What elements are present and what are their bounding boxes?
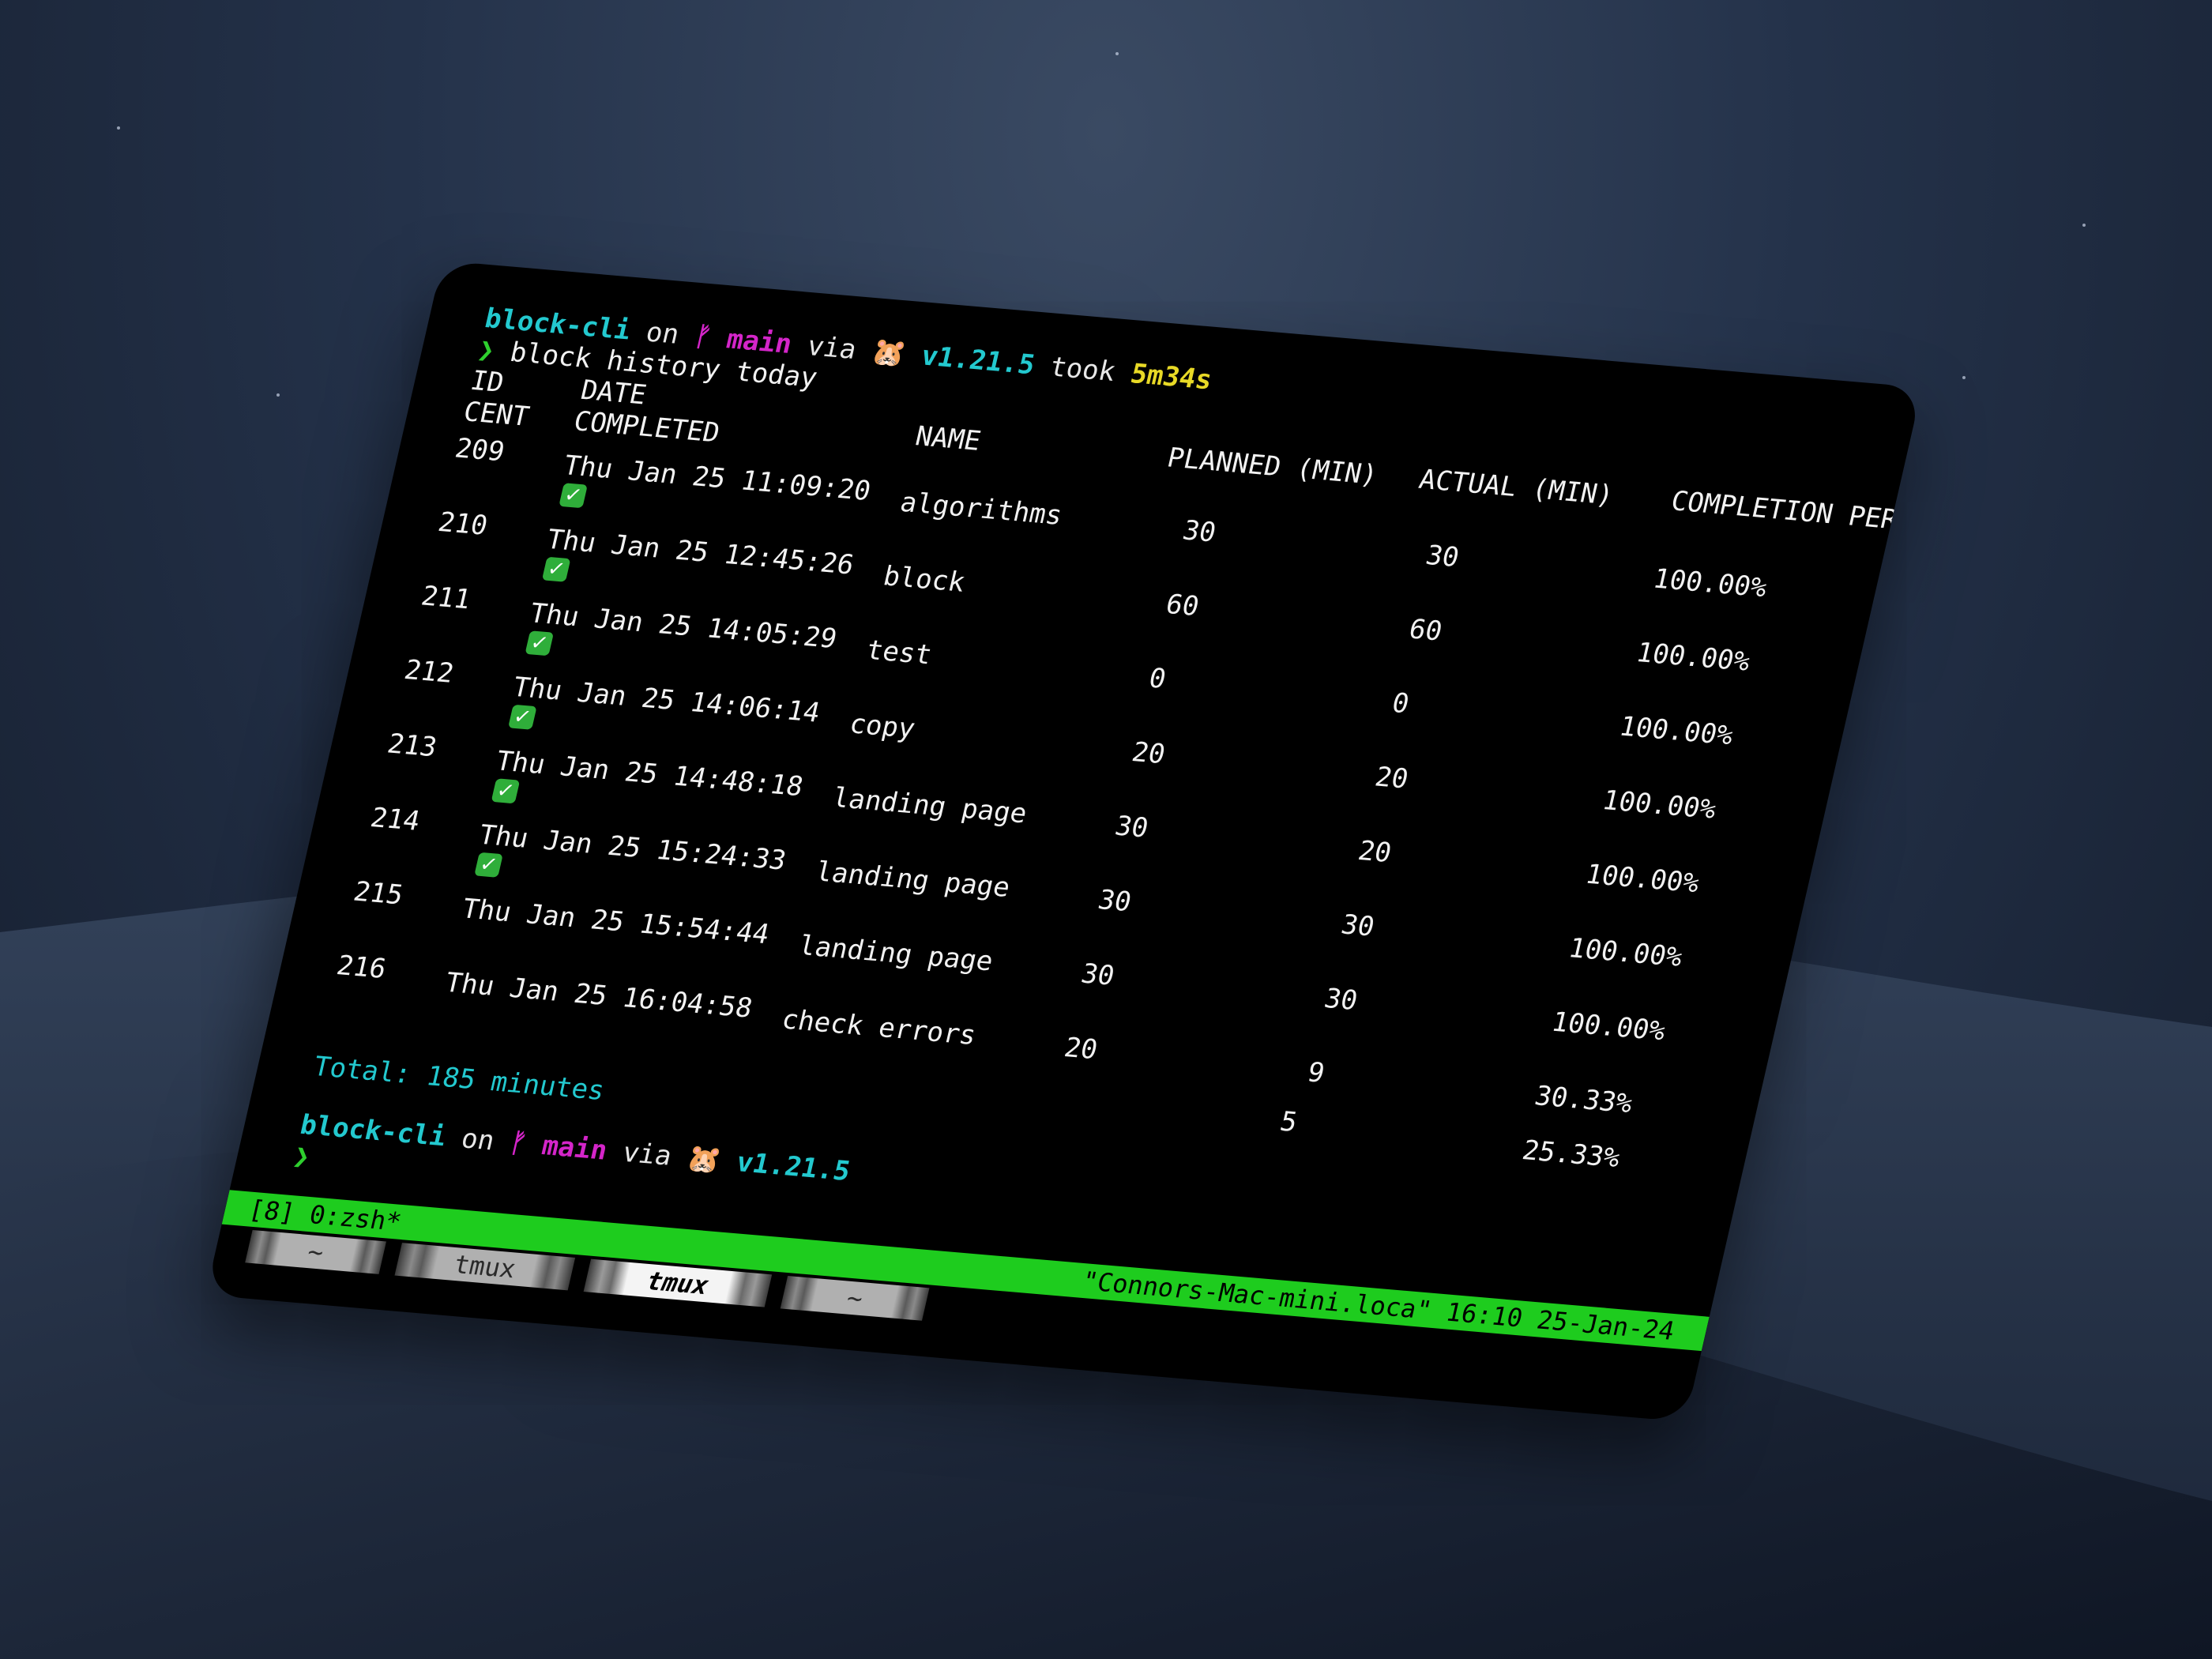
- row-actual: 30: [1422, 540, 1462, 574]
- prompt-via-text: via: [619, 1136, 675, 1172]
- row-planned: 0: [1146, 662, 1169, 695]
- row-percent: 100.00%: [1565, 932, 1686, 973]
- row-planned: 30: [1095, 884, 1134, 919]
- row-name: check errors: [778, 1003, 980, 1051]
- header-date-cont: COMPLETED: [570, 405, 723, 450]
- row-planned: 30: [1112, 810, 1152, 845]
- input-line[interactable]: ❯: [290, 1140, 313, 1172]
- row-date: Thu Jan 25 11:09:20: [560, 450, 875, 508]
- row-name: test: [863, 634, 935, 672]
- row-id: 215: [350, 875, 406, 912]
- row-date: Thu Jan 25 15:54:44: [458, 893, 773, 951]
- row-name: landing page: [812, 856, 1014, 904]
- tmux-tab[interactable]: ~: [780, 1276, 930, 1321]
- row-date: Thu Jan 25 12:45:26: [544, 523, 857, 581]
- row-planned: 30: [1179, 514, 1220, 549]
- check-icon: ✓: [541, 556, 571, 582]
- row-actual: 0: [1389, 687, 1413, 720]
- row-actual: 9: [1304, 1056, 1328, 1089]
- row-planned: 20: [1128, 736, 1168, 771]
- row-date: Thu Jan 25 15:24:33: [476, 818, 789, 877]
- row-planned: 60: [1162, 589, 1202, 623]
- gopher-icon: 🐹: [683, 1142, 724, 1176]
- terminal-window[interactable]: block-cli on ᚠ main via 🐹 v1.21.5 took 5…: [205, 261, 1923, 1422]
- row-percent: 100.00%: [1633, 637, 1754, 678]
- row-name: algorithms: [897, 486, 1066, 532]
- row-date: Thu Jan 25 14:05:29: [526, 597, 841, 656]
- row-percent: 100.00%: [1616, 710, 1736, 752]
- header-id: ID: [467, 364, 507, 399]
- row-id: 209: [452, 432, 508, 468]
- row-percent: 100.00%: [1650, 562, 1770, 604]
- prompt-directory: block-cli: [297, 1108, 450, 1153]
- row-id: 214: [367, 802, 423, 837]
- check-icon: ✓: [474, 852, 503, 878]
- header-name: NAME: [912, 420, 984, 457]
- git-branch-icon: ᚠ: [506, 1127, 530, 1160]
- header-planned: PLANNED (MIN): [1164, 442, 1381, 491]
- row-id: 213: [384, 728, 440, 764]
- row-name: landing page: [829, 782, 1030, 830]
- gopher-icon: 🐹: [868, 336, 909, 371]
- row-percent: 100.00%: [1548, 1006, 1669, 1048]
- tmux-tab[interactable]: ~: [245, 1229, 387, 1274]
- row-id: 212: [401, 654, 457, 690]
- header-completion: COMPLETION PER: [1668, 485, 1901, 536]
- row-name: block: [880, 560, 969, 599]
- header-actual: ACTUAL (MIN): [1416, 463, 1617, 512]
- row-planned: 30: [1078, 957, 1118, 992]
- row-date: Thu Jan 25 14:48:18: [492, 745, 807, 803]
- check-icon: ✓: [525, 630, 555, 656]
- prompt-on-text: on: [458, 1123, 498, 1157]
- row-id: 210: [434, 506, 491, 542]
- prompt-branch: main: [723, 323, 796, 360]
- header-id-cont: CENT: [460, 396, 532, 433]
- row-actual: 30: [1321, 983, 1361, 1018]
- total-minutes: Total: 185 minutes: [310, 1051, 608, 1108]
- overflow-percent: 25.33%: [1519, 1134, 1623, 1175]
- prompt-chevron-icon: ❯: [290, 1140, 314, 1173]
- row-percent: 100.00%: [1599, 784, 1720, 826]
- prompt-go-version: v1.21.5: [733, 1146, 854, 1187]
- prompt-took-text: took: [1047, 351, 1119, 388]
- prompt-branch: main: [539, 1130, 611, 1167]
- check-icon: ✓: [559, 483, 588, 509]
- prompt-duration: 5m34s: [1127, 358, 1216, 397]
- row-actual: 30: [1337, 908, 1378, 943]
- prompt-chevron-icon: ❯: [474, 333, 498, 367]
- row-percent: 100.00%: [1582, 858, 1702, 900]
- row-date: Thu Jan 25 16:04:58: [442, 967, 756, 1025]
- row-name: landing page: [796, 930, 996, 978]
- prompt-go-version: v1.21.5: [918, 340, 1038, 382]
- row-id: 211: [418, 580, 474, 616]
- row-actual: 20: [1371, 761, 1412, 796]
- row-actual: 20: [1355, 835, 1395, 869]
- overflow-actual: 5: [1277, 1105, 1300, 1139]
- header-date: DATE: [577, 374, 649, 412]
- row-planned: 20: [1061, 1032, 1101, 1066]
- prompt-via-text: via: [803, 330, 860, 366]
- check-icon: ✓: [491, 778, 521, 804]
- row-date: Thu Jan 25 14:06:14: [510, 671, 823, 729]
- row-percent: 30.33%: [1531, 1080, 1636, 1120]
- row-actual: 60: [1405, 613, 1446, 648]
- check-icon: ✓: [508, 704, 537, 730]
- row-name: copy: [846, 708, 919, 745]
- git-branch-icon: ᚠ: [691, 320, 715, 354]
- shell-prompt-2: block-cli on ᚠ main via 🐹 v1.21.5: [297, 1109, 853, 1187]
- row-id: 216: [333, 950, 389, 985]
- prompt-on-text: on: [642, 316, 683, 351]
